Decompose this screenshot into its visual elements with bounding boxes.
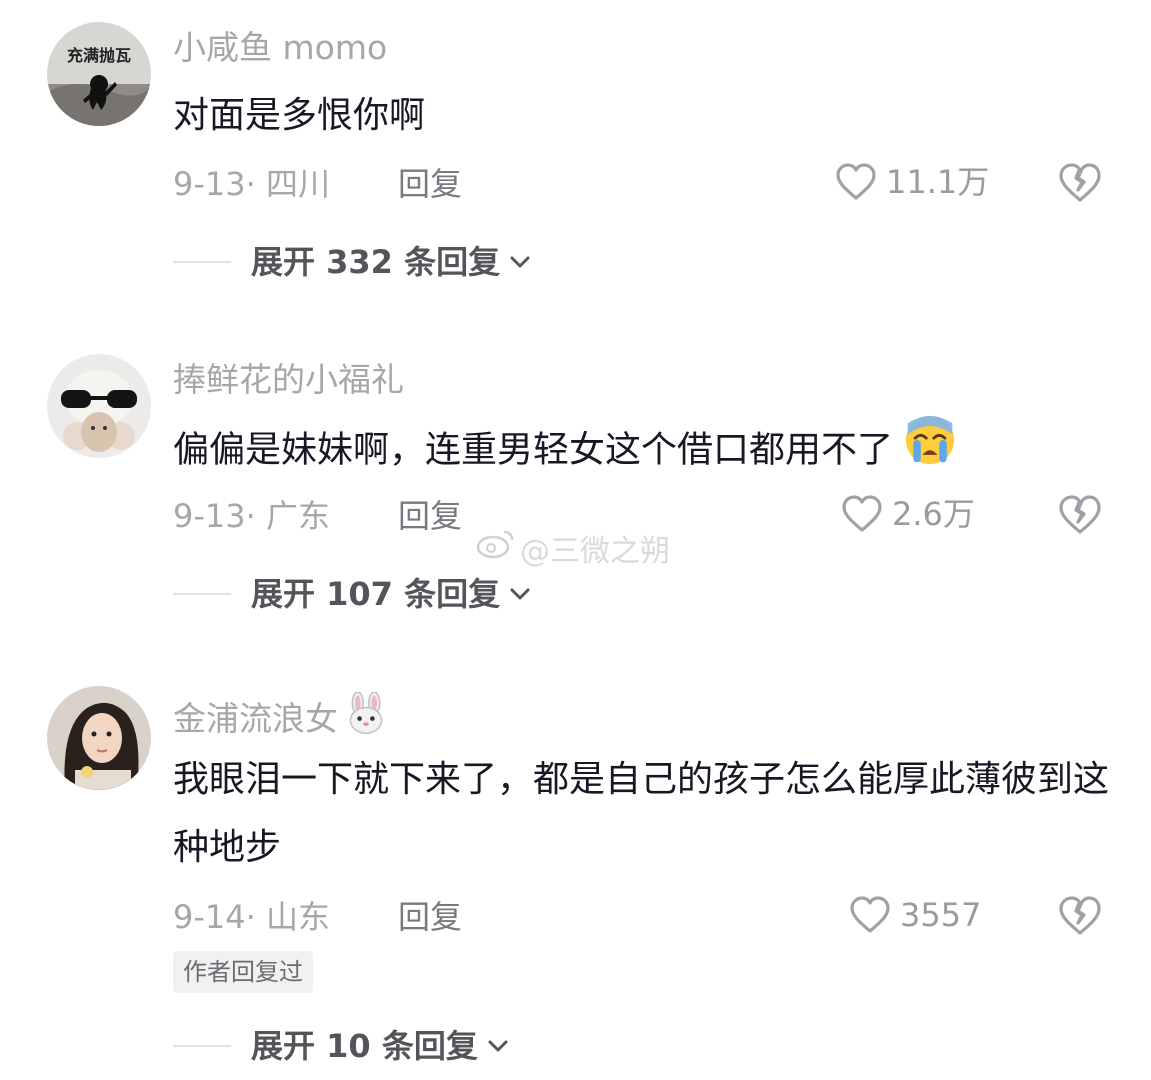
comment-content: 对面是多恨你啊 xyxy=(173,95,426,136)
username-text[interactable]: 金浦流浪女 xyxy=(173,699,338,739)
expand-replies[interactable]: 展开 107 条回复 xyxy=(173,574,532,614)
like-count: 11.1万 xyxy=(886,163,990,201)
expand-replies-label: 展开 332 条回复 xyxy=(251,243,501,281)
username[interactable]: 金浦流浪女 xyxy=(173,691,388,745)
comment-text: 偏偏是妹妹啊，连重男轻女这个借口都用不了 xyxy=(173,429,894,471)
avatar-image xyxy=(47,686,151,790)
like-count: 2.6万 xyxy=(892,495,975,533)
like-button[interactable]: 3557 xyxy=(848,895,981,935)
broken-heart-icon xyxy=(1059,163,1101,202)
reply-button[interactable]: 回复 xyxy=(398,164,462,204)
like-button[interactable]: 11.1万 xyxy=(834,162,989,202)
comment-content: 我眼泪一下就下来了，都是自己的孩子怎么能厚此薄彼到这种地步 xyxy=(173,759,1110,868)
username[interactable]: 小咸鱼 momo xyxy=(173,28,387,68)
dislike-button[interactable] xyxy=(1057,162,1103,204)
weibo-icon xyxy=(476,528,516,568)
expand-replies-label: 展开 10 条回复 xyxy=(251,1027,478,1065)
crying-face-emoji xyxy=(904,414,956,489)
avatar[interactable] xyxy=(47,354,151,458)
rabbit-face-emoji xyxy=(344,691,388,745)
expand-replies[interactable]: 展开 10 条回复 xyxy=(173,1026,510,1066)
avatar-image xyxy=(47,354,151,458)
avatar[interactable] xyxy=(47,686,151,790)
expand-replies-label: 展开 107 条回复 xyxy=(251,575,501,613)
comment-content: 偏偏是妹妹啊，连重男轻女这个借口都用不了 xyxy=(173,414,1113,489)
heart-icon xyxy=(850,896,890,933)
broken-heart-icon xyxy=(1059,495,1101,534)
date-location: 9-14· 山东 xyxy=(173,898,330,936)
divider-line xyxy=(173,593,231,595)
date-location: 9-13· 广东 xyxy=(173,497,330,535)
chevron-down-icon xyxy=(508,254,532,270)
heart-icon xyxy=(842,495,882,532)
date-location: 9-13· 四川 xyxy=(173,165,330,203)
author-replied-badge: 作者回复过 xyxy=(173,951,313,993)
dislike-button[interactable] xyxy=(1057,494,1103,536)
avatar-image xyxy=(47,22,151,126)
watermark: @三微之朔 xyxy=(476,526,670,570)
like-button[interactable]: 2.6万 xyxy=(840,494,975,534)
like-count: 3557 xyxy=(900,896,982,934)
username-text[interactable]: 捧鲜花的小福礼 xyxy=(173,360,404,400)
dislike-button[interactable] xyxy=(1057,895,1103,937)
heart-icon xyxy=(836,163,876,200)
reply-button[interactable]: 回复 xyxy=(398,496,462,536)
username[interactable]: 捧鲜花的小福礼 xyxy=(173,360,404,400)
watermark-text: @三微之朔 xyxy=(520,534,670,569)
reply-button[interactable]: 回复 xyxy=(398,897,462,937)
divider-line xyxy=(173,261,231,263)
broken-heart-icon xyxy=(1059,896,1101,935)
avatar-label: 充满抛瓦 xyxy=(66,46,131,65)
username-text[interactable]: 小咸鱼 momo xyxy=(173,28,387,68)
avatar[interactable]: 充满抛瓦 xyxy=(47,22,151,126)
chevron-down-icon xyxy=(508,586,532,602)
chevron-down-icon xyxy=(486,1038,510,1054)
expand-replies[interactable]: 展开 332 条回复 xyxy=(173,242,532,282)
divider-line xyxy=(173,1045,231,1047)
